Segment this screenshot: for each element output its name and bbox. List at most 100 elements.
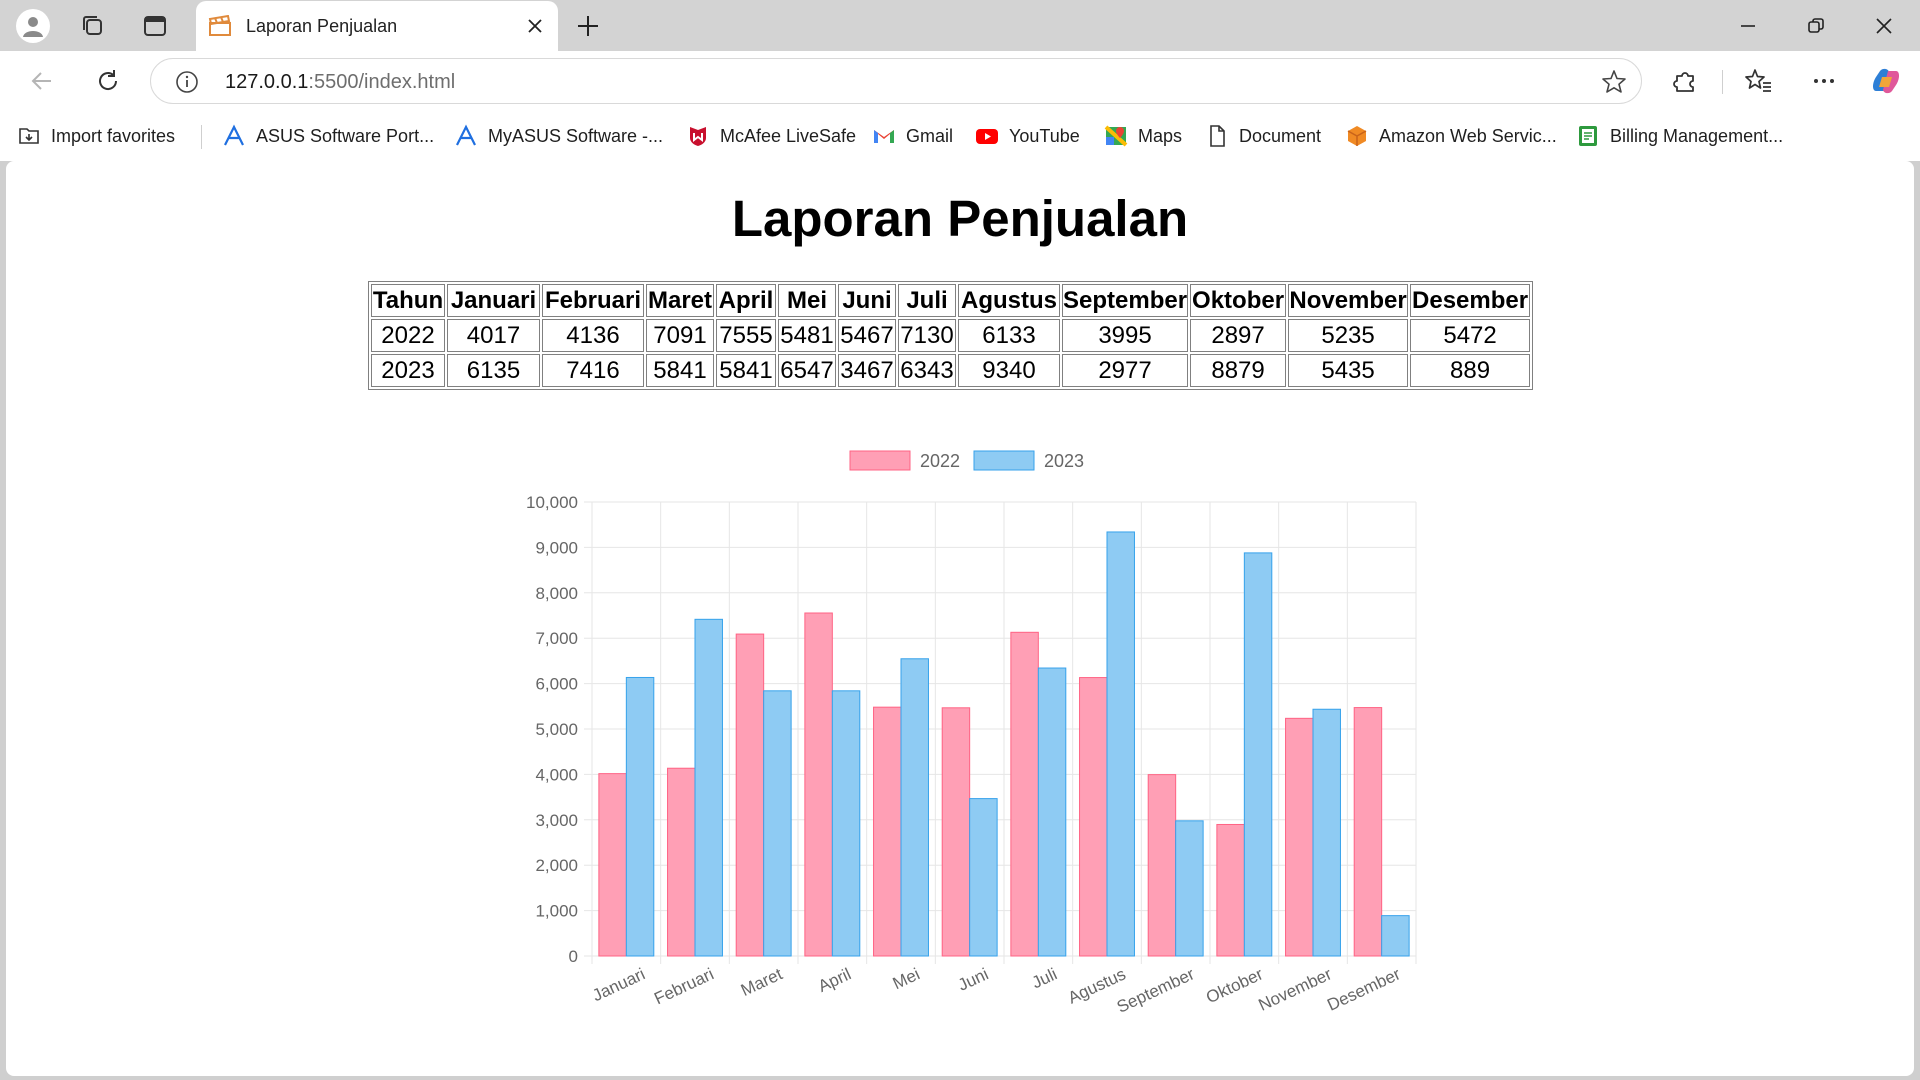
puzzle-icon — [1673, 72, 1694, 92]
url-text: 127.0.0.1:5500/index.html — [225, 71, 455, 94]
x-tick-label: Juli — [1029, 964, 1060, 992]
x-tick-label: Januari — [589, 964, 648, 1005]
legend-label: 2023 — [1044, 451, 1084, 471]
workspaces-icon — [83, 16, 102, 35]
bookmark-maps[interactable]: Maps — [1104, 124, 1182, 148]
bookmark-label: Amazon Web Servic... — [1379, 125, 1557, 146]
active-tab[interactable]: Laporan Penjualan — [196, 1, 558, 51]
header-cell: Mei — [778, 284, 836, 317]
profile-button[interactable] — [15, 8, 51, 44]
bookmark-mcafee-livesafe[interactable]: McAfee LiveSafe — [686, 124, 856, 148]
table-cell: 5841 — [716, 354, 776, 387]
header-cell: Oktober — [1190, 284, 1287, 317]
vertical-tabs-button[interactable] — [137, 8, 173, 44]
header-cell: September — [1062, 284, 1189, 317]
bookmark-label: MyASUS Software -... — [488, 125, 664, 146]
table-cell: 7130 — [898, 319, 956, 352]
address-bar[interactable]: 127.0.0.1:5500/index.html — [150, 58, 1642, 104]
restore-icon — [1808, 17, 1824, 33]
bookmark-label: Gmail — [906, 125, 954, 146]
bookmark-myasus-software[interactable]: MyASUS Software -... — [454, 124, 663, 148]
x-tick-label: April — [815, 964, 854, 996]
table-cell: 889 — [1410, 354, 1531, 387]
table-cell: 9340 — [958, 354, 1060, 387]
bookmark-asus-software-portal[interactable]: ASUS Software Port... — [222, 124, 434, 148]
bar-2023-maret — [763, 690, 792, 957]
bar-2022-november — [1285, 717, 1314, 957]
table-cell: 3995 — [1062, 319, 1189, 352]
youtube-icon — [975, 124, 999, 148]
y-tick-label: 10,000 — [526, 493, 578, 512]
minimize-button[interactable] — [1714, 0, 1782, 51]
copilot-icon — [1873, 68, 1899, 94]
bookmark-label: Document — [1239, 125, 1322, 146]
legend-swatch-2022 — [849, 450, 911, 471]
table-cell: 6135 — [447, 354, 540, 387]
bar-2023-januari — [625, 676, 655, 957]
table-cell: 5841 — [646, 354, 714, 387]
table-cell: 6343 — [898, 354, 956, 387]
bar-2022-februari — [667, 767, 696, 957]
y-tick-label: 1,000 — [535, 902, 578, 921]
y-tick-label: 8,000 — [535, 584, 578, 603]
copilot-button[interactable] — [1868, 63, 1904, 99]
tab-strip: Laporan Penjualan — [0, 0, 1920, 51]
header-cell: Januari — [447, 284, 540, 317]
bookmark-amazon-web-services[interactable]: Amazon Web Servic... — [1345, 124, 1557, 148]
table-cell: 5467 — [838, 319, 896, 352]
header-cell: Maret — [646, 284, 714, 317]
bar-2022-september — [1147, 774, 1177, 957]
tab-close-button[interactable] — [522, 13, 548, 39]
y-tick-label: 5,000 — [535, 720, 578, 739]
bookmark-gmail[interactable]: Gmail — [872, 124, 953, 148]
new-tab-button[interactable] — [570, 8, 606, 44]
asus-icon — [454, 124, 478, 148]
more-menu-button[interactable] — [1806, 63, 1842, 99]
page-viewport: Laporan Penjualan Tahun Januari Februari… — [6, 161, 1914, 1076]
bookmark-youtube[interactable]: YouTube — [975, 124, 1080, 148]
restore-button[interactable] — [1782, 0, 1850, 51]
table-cell: 5472 — [1410, 319, 1531, 352]
close-window-button[interactable] — [1850, 0, 1918, 51]
bookmark-label: Maps — [1138, 125, 1183, 146]
sales-table: Tahun Januari Februari Maret April Mei J… — [368, 281, 1534, 390]
table-cell: 2022 — [371, 319, 445, 352]
table-cell: 2023 — [371, 354, 445, 387]
x-tick-label: November — [1256, 964, 1335, 1015]
bookmark-document[interactable]: Document — [1205, 124, 1321, 148]
header-cell: Juli — [898, 284, 956, 317]
sales-bar-chart: 0 1,000 2,000 3,000 4,000 5,000 6,000 7,000 8,00… — [496, 423, 1436, 1043]
mcafee-icon — [686, 124, 710, 148]
maps-icon — [1104, 124, 1128, 148]
table-cell: 2977 — [1062, 354, 1189, 387]
y-tick-label: 3,000 — [535, 811, 578, 830]
x-tick-label: Mei — [890, 964, 923, 993]
browser-toolbar: 127.0.0.1:5500/index.html — [0, 51, 1920, 111]
bar-2023-agustus — [1106, 531, 1135, 957]
table-row: 2022 4017 4136 7091 7555 5481 5467 7130 … — [371, 319, 1531, 352]
bookmark-import-favorites[interactable]: Import favorites — [17, 124, 175, 148]
table-cell: 5235 — [1288, 319, 1409, 352]
x-tick-label: Juni — [955, 964, 991, 994]
bookmark-label: McAfee LiveSafe — [720, 125, 857, 146]
bookmark-billing-management[interactable]: Billing Management... — [1576, 124, 1783, 148]
asus-icon — [222, 124, 246, 148]
table-header-row: Tahun Januari Februari Maret April Mei J… — [371, 284, 1531, 317]
info-icon[interactable] — [175, 70, 199, 94]
back-button[interactable] — [24, 63, 60, 99]
table-cell: 6133 — [958, 319, 1060, 352]
bookmark-label: Billing Management... — [1610, 125, 1784, 146]
close-icon — [528, 19, 542, 33]
bar-2022-desember — [1353, 707, 1383, 957]
workspaces-button[interactable] — [75, 8, 111, 44]
extensions-button[interactable] — [1667, 63, 1703, 99]
bar-2022-juli — [1010, 631, 1039, 957]
reload-button[interactable] — [90, 63, 126, 99]
star-icon[interactable] — [1601, 69, 1627, 95]
favorites-button[interactable] — [1740, 63, 1776, 99]
gmail-icon — [872, 124, 896, 148]
bar-2022-maret — [735, 633, 765, 957]
bar-2022-juni — [941, 707, 971, 957]
header-cell: Februari — [542, 284, 644, 317]
import-favorites-icon — [17, 124, 41, 148]
